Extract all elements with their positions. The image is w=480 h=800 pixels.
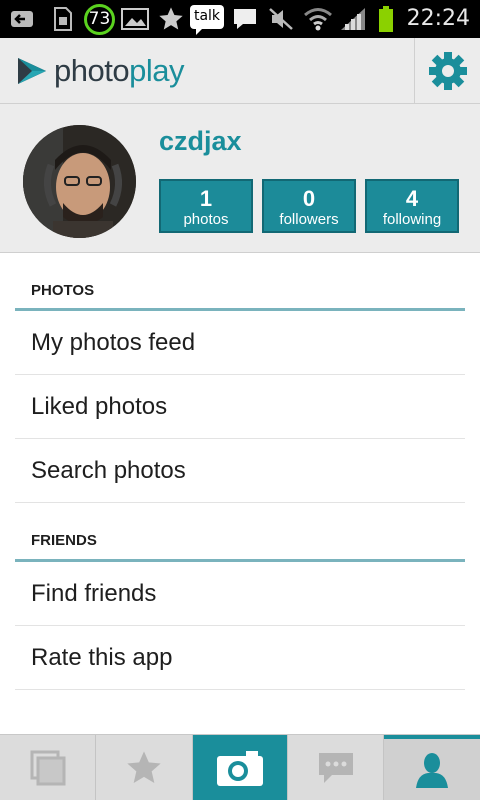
app-header: photoplay	[0, 38, 480, 104]
menu-item-find-friends[interactable]: Find friends	[15, 562, 465, 626]
stat-photos-button[interactable]: 1 photos	[159, 179, 253, 233]
chat-notification-icon	[230, 6, 260, 32]
status-bar: 73 talk 22:24	[0, 0, 480, 38]
menu-item-liked-photos[interactable]: Liked photos	[15, 375, 465, 439]
settings-button[interactable]	[414, 38, 480, 104]
section-header-friends: FRIENDS	[15, 503, 465, 562]
tab-camera[interactable]	[193, 735, 288, 800]
profile-section: czdjax 1 photos 0 followers 4 following	[0, 104, 480, 253]
notification-count-badge: 73	[84, 4, 115, 35]
photoplay-logo-icon	[18, 58, 46, 84]
camera-icon	[217, 751, 263, 786]
image-icon	[120, 6, 150, 32]
tab-gallery[interactable]	[0, 735, 96, 800]
gear-icon	[428, 52, 467, 90]
clock: 22:24	[406, 6, 470, 31]
stat-photos-label: photos	[183, 211, 229, 228]
stat-photos-count: 1	[199, 186, 213, 211]
talk-icon: talk	[190, 5, 224, 35]
wifi-icon	[302, 6, 334, 32]
stat-following-button[interactable]: 4 following	[365, 179, 459, 233]
avatar[interactable]	[23, 125, 136, 238]
stats-row: 1 photos 0 followers 4 following	[159, 179, 459, 233]
menu-item-my-photos-feed[interactable]: My photos feed	[15, 311, 465, 375]
usb-icon	[8, 6, 38, 32]
star-notification-icon	[156, 6, 186, 32]
tab-messages[interactable]	[288, 735, 384, 800]
app-name: photoplay	[54, 53, 184, 88]
stat-followers-label: followers	[279, 211, 339, 228]
stat-followers-button[interactable]: 0 followers	[262, 179, 356, 233]
bottom-tab-bar	[0, 734, 480, 800]
sim-icon	[50, 6, 76, 32]
menu-list: PHOTOS My photos feed Liked photos Searc…	[15, 253, 465, 690]
tab-profile[interactable]	[384, 735, 480, 800]
battery-icon	[376, 6, 396, 32]
person-icon	[416, 753, 448, 788]
star-icon	[127, 751, 161, 783]
tab-favorites[interactable]	[96, 735, 193, 800]
stat-following-label: following	[382, 211, 442, 228]
signal-icon	[338, 6, 368, 32]
menu-item-search-photos[interactable]: Search photos	[15, 439, 465, 503]
section-header-photos: PHOTOS	[15, 253, 465, 311]
chat-icon	[318, 753, 353, 783]
menu-item-rate-app[interactable]: Rate this app	[15, 626, 465, 690]
mute-icon	[266, 6, 296, 32]
stat-followers-count: 0	[302, 186, 316, 211]
stat-following-count: 4	[405, 186, 419, 211]
app-logo: photoplay	[16, 53, 184, 88]
gallery-icon	[30, 750, 65, 786]
username: czdjax	[159, 126, 242, 156]
